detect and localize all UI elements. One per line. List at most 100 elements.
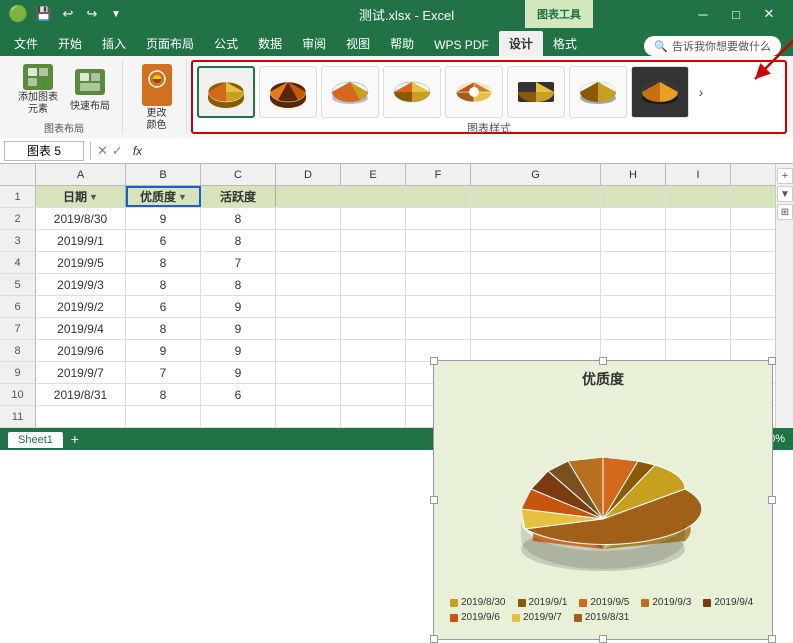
cell-b11[interactable]	[126, 406, 201, 427]
cell-i7[interactable]	[666, 318, 731, 339]
cell-i4[interactable]	[666, 252, 731, 273]
cell-e6[interactable]	[341, 296, 406, 317]
undo-icon[interactable]: ↩	[58, 4, 78, 24]
sheet-tab-1[interactable]: Sheet1	[8, 432, 63, 448]
filter-a1[interactable]: ▼	[89, 192, 98, 202]
cell-f1[interactable]	[406, 186, 471, 207]
cell-e1[interactable]	[341, 186, 406, 207]
row-num-9[interactable]: 9	[0, 362, 36, 383]
row-num-2[interactable]: 2	[0, 208, 36, 229]
chart-style-3[interactable]	[321, 66, 379, 118]
cell-d6[interactable]	[276, 296, 341, 317]
maximize-button[interactable]: □	[720, 0, 752, 28]
cell-f3[interactable]	[406, 230, 471, 251]
tab-home[interactable]: 开始	[48, 31, 92, 56]
add-chart-element-button[interactable]: + 添加图表元素	[14, 62, 62, 118]
cell-b8[interactable]: 9	[126, 340, 201, 361]
chart-style-1[interactable]	[197, 66, 255, 118]
tab-data[interactable]: 数据	[248, 31, 292, 56]
cell-c3[interactable]: 8	[201, 230, 276, 251]
cell-a7[interactable]: 2019/9/4	[36, 318, 126, 339]
customize-icon[interactable]: ▼	[106, 4, 126, 24]
cell-g7[interactable]	[471, 318, 601, 339]
cell-b2[interactable]: 9	[126, 208, 201, 229]
cell-f7[interactable]	[406, 318, 471, 339]
cell-a10[interactable]: 2019/8/31	[36, 384, 126, 405]
col-header-c[interactable]: C	[201, 164, 276, 185]
tab-insert[interactable]: 插入	[92, 31, 136, 56]
cell-g6[interactable]	[471, 296, 601, 317]
cell-b7[interactable]: 8	[126, 318, 201, 339]
tab-design[interactable]: 设计	[499, 31, 543, 56]
col-header-e[interactable]: E	[341, 164, 406, 185]
col-header-d[interactable]: D	[276, 164, 341, 185]
cell-a11[interactable]	[36, 406, 126, 427]
chart-style-8[interactable]	[631, 66, 689, 118]
save-icon[interactable]: 💾	[34, 4, 54, 24]
cell-a1[interactable]: 日期 ▼	[36, 186, 126, 207]
cell-h1[interactable]	[601, 186, 666, 207]
filter-b1[interactable]: ▼	[178, 192, 187, 202]
cell-e8[interactable]	[341, 340, 406, 361]
cell-i6[interactable]	[666, 296, 731, 317]
cell-d5[interactable]	[276, 274, 341, 295]
quick-layout-button[interactable]: 快速布局	[66, 67, 114, 114]
formula-input[interactable]	[152, 141, 789, 161]
cell-e4[interactable]	[341, 252, 406, 273]
cell-c6[interactable]: 9	[201, 296, 276, 317]
change-color-button[interactable]: 更改颜色	[138, 62, 176, 134]
resize-handle-tr[interactable]	[768, 357, 776, 365]
resize-handle-r[interactable]	[768, 496, 776, 504]
chart-style-4[interactable]	[383, 66, 441, 118]
tab-format[interactable]: 格式	[543, 31, 587, 56]
cell-i3[interactable]	[666, 230, 731, 251]
filter-icon[interactable]: ▼	[777, 186, 793, 202]
cell-d8[interactable]	[276, 340, 341, 361]
row-num-6[interactable]: 6	[0, 296, 36, 317]
cell-a2[interactable]: 2019/8/30	[36, 208, 126, 229]
cell-h8[interactable]	[601, 340, 666, 361]
minimize-button[interactable]: ─	[687, 0, 719, 28]
cell-h7[interactable]	[601, 318, 666, 339]
cell-d9[interactable]	[276, 362, 341, 383]
cell-e2[interactable]	[341, 208, 406, 229]
col-header-i[interactable]: I	[666, 164, 731, 185]
cell-f5[interactable]	[406, 274, 471, 295]
cell-g4[interactable]	[471, 252, 601, 273]
chart-style-2[interactable]	[259, 66, 317, 118]
redo-icon[interactable]: ↪	[82, 4, 102, 24]
cell-c9[interactable]: 9	[201, 362, 276, 383]
cell-c11[interactable]	[201, 406, 276, 427]
row-num-4[interactable]: 4	[0, 252, 36, 273]
cell-d7[interactable]	[276, 318, 341, 339]
cell-g3[interactable]	[471, 230, 601, 251]
cell-a5[interactable]: 2019/9/3	[36, 274, 126, 295]
cell-c8[interactable]: 9	[201, 340, 276, 361]
cell-d10[interactable]	[276, 384, 341, 405]
tab-formula[interactable]: 公式	[204, 31, 248, 56]
filter-funnel-icon[interactable]: ⊞	[777, 204, 793, 220]
cell-h2[interactable]	[601, 208, 666, 229]
cancel-icon[interactable]: ✕	[97, 143, 108, 159]
row-num-10[interactable]: 10	[0, 384, 36, 405]
confirm-icon[interactable]: ✓	[112, 143, 123, 159]
cell-c4[interactable]: 7	[201, 252, 276, 273]
cell-d11[interactable]	[276, 406, 341, 427]
cell-g1[interactable]	[471, 186, 601, 207]
cell-d4[interactable]	[276, 252, 341, 273]
cell-g8[interactable]	[471, 340, 601, 361]
add-sheet-button[interactable]: +	[65, 430, 85, 448]
cell-i5[interactable]	[666, 274, 731, 295]
cell-d1[interactable]	[276, 186, 341, 207]
tab-wps-pdf[interactable]: WPS PDF	[424, 34, 499, 56]
cell-i1[interactable]	[666, 186, 731, 207]
cell-h3[interactable]	[601, 230, 666, 251]
resize-handle-bl[interactable]	[430, 635, 438, 643]
row-num-1[interactable]: 1	[0, 186, 36, 207]
cell-f8[interactable]	[406, 340, 471, 361]
cell-c5[interactable]: 8	[201, 274, 276, 295]
tab-page-layout[interactable]: 页面布局	[136, 31, 204, 56]
chart-style-6[interactable]	[507, 66, 565, 118]
resize-handle-br[interactable]	[768, 635, 776, 643]
cell-a3[interactable]: 2019/9/1	[36, 230, 126, 251]
